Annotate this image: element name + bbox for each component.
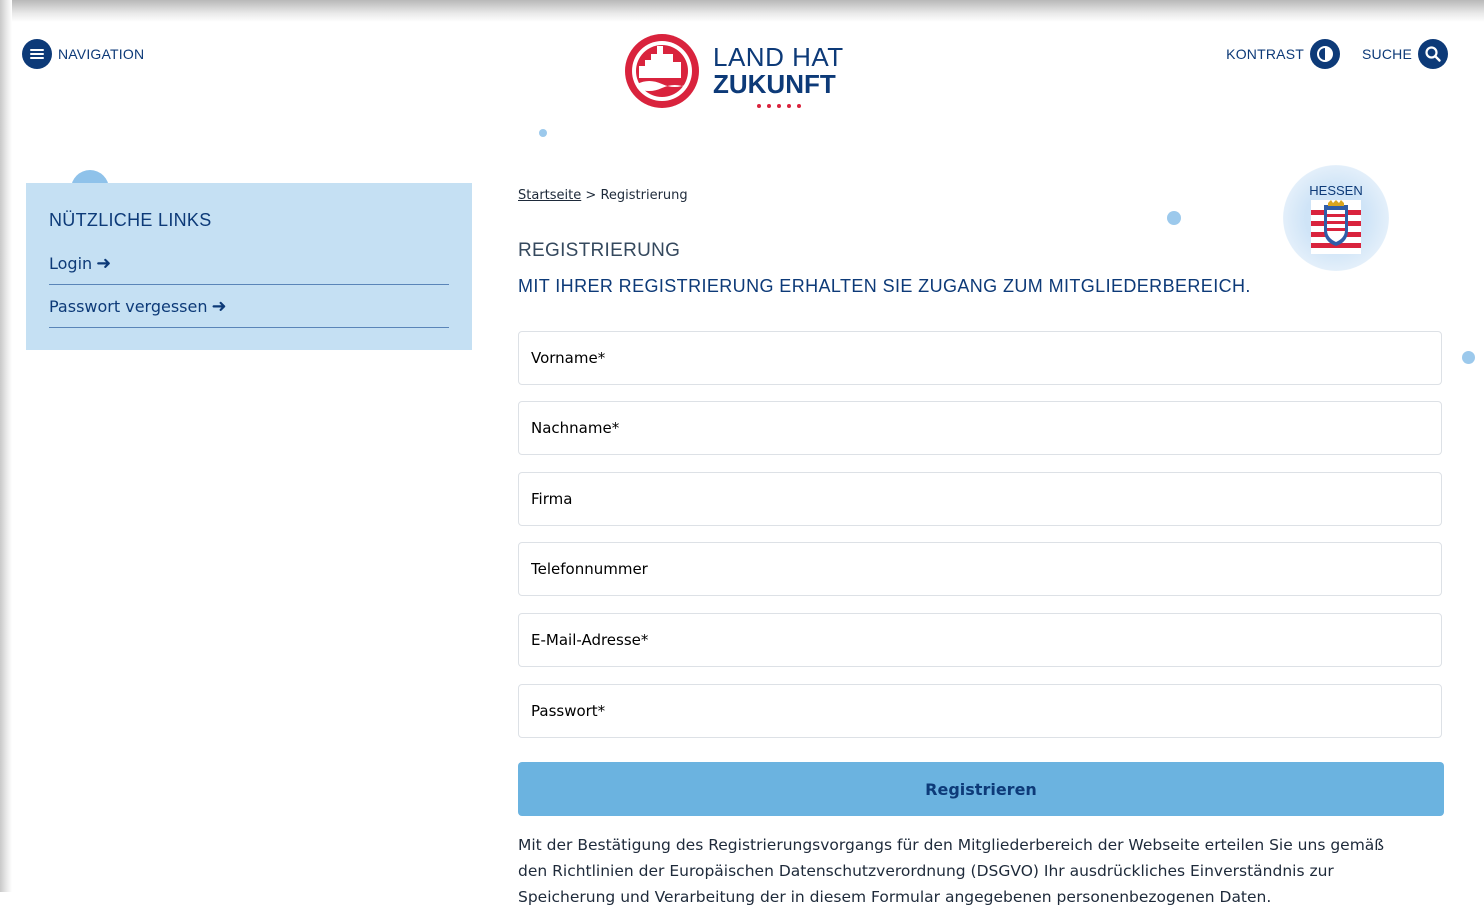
email-input[interactable] [519, 614, 1441, 666]
password-input[interactable] [519, 685, 1441, 737]
logo-wordmark: LAND HAT ZUKUNFT [713, 42, 844, 99]
sidebar-title: NÜTZLICHE LINKS [49, 210, 212, 230]
navigation-button[interactable]: NAVIGATION [22, 39, 144, 69]
sidebar-link-login[interactable]: Login ➜ [49, 242, 449, 285]
company-input[interactable] [519, 473, 1441, 525]
sidebar-link-forgot-password[interactable]: Passwort vergessen ➜ [49, 285, 449, 328]
arrow-right-icon: ➜ [96, 252, 112, 274]
hessen-badge[interactable]: HESSEN [1283, 165, 1389, 271]
hessen-crest-icon [1311, 200, 1361, 254]
logo-dots [757, 104, 801, 108]
page-subtitle: MIT IHRER REGISTRIERUNG ERHALTEN SIE ZUG… [518, 276, 1251, 296]
search-label[interactable]: SUCHE [1362, 46, 1412, 62]
breadcrumb-current: Registrierung [600, 188, 688, 203]
decor-dot [1462, 351, 1475, 364]
phone-input[interactable] [519, 543, 1441, 595]
breadcrumb-home-link[interactable]: Startseite [518, 188, 581, 203]
first-name-field[interactable] [518, 331, 1442, 385]
privacy-notice: Mit der Bestätigung des Registrierungsvo… [518, 836, 1385, 906]
first-name-input[interactable] [519, 332, 1441, 384]
company-field[interactable] [518, 472, 1442, 526]
decor-dot [539, 129, 547, 137]
last-name-input[interactable] [519, 402, 1441, 454]
decor-dot [1167, 211, 1181, 225]
header-tools: KONTRAST SUCHE [1226, 39, 1448, 69]
arrow-right-icon: ➜ [211, 295, 227, 317]
window-shadow-top [0, 0, 1484, 22]
email-field[interactable] [518, 613, 1442, 667]
site-logo[interactable]: LAND HAT ZUKUNFT [623, 32, 863, 112]
sidebar-link-label: Login [49, 253, 93, 273]
hessen-label: HESSEN [1309, 183, 1363, 198]
last-name-field[interactable] [518, 401, 1442, 455]
register-button[interactable]: Registrieren [518, 762, 1444, 816]
window-shadow-left [0, 0, 12, 892]
sidebar-link-label: Passwort vergessen [49, 296, 208, 316]
breadcrumb: Startseite > Registrierung [518, 188, 688, 203]
navigation-label: NAVIGATION [58, 46, 145, 62]
breadcrumb-separator: > [585, 188, 597, 203]
password-field[interactable] [518, 684, 1442, 738]
contrast-label[interactable]: KONTRAST [1226, 46, 1304, 62]
contrast-icon[interactable] [1309, 39, 1340, 69]
menu-icon [22, 39, 52, 69]
logo-emblem-icon [625, 34, 699, 108]
useful-links-panel: NÜTZLICHE LINKS Login ➜ Passwort vergess… [26, 183, 472, 350]
page-title: REGISTRIERUNG [518, 240, 681, 261]
search-icon[interactable] [1418, 39, 1448, 69]
phone-field[interactable] [518, 542, 1442, 596]
